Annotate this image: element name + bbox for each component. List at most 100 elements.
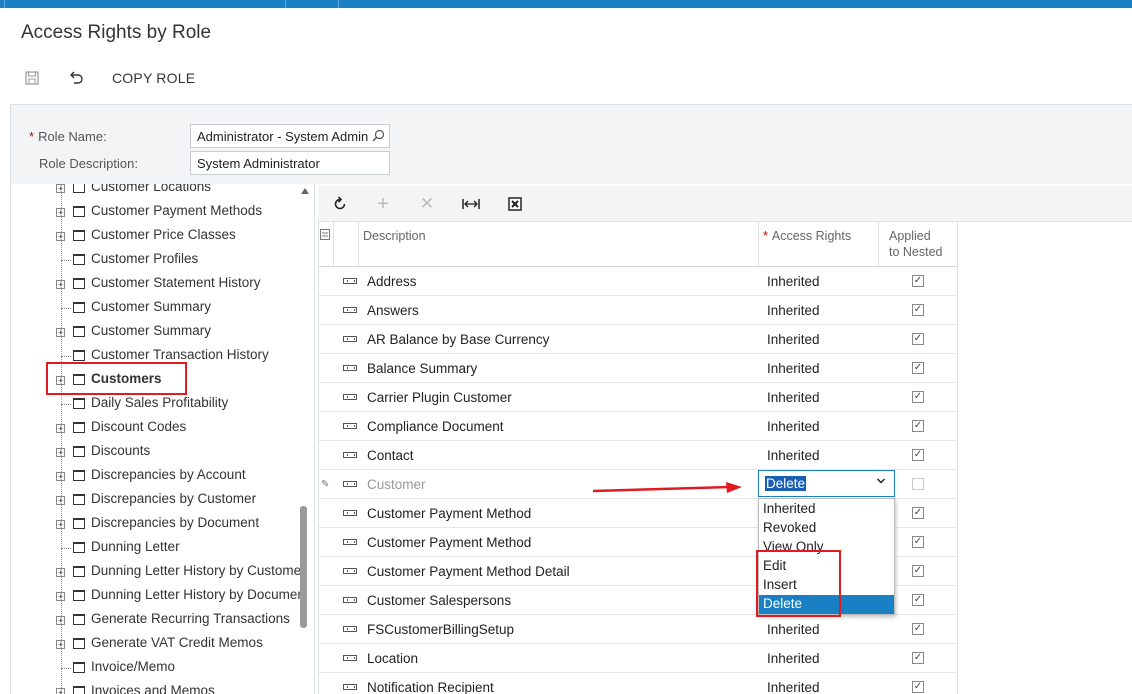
tree-item[interactable]: + Customer Price Classes — [11, 224, 301, 248]
table-row[interactable]: Contact Inherited ✓ — [319, 441, 957, 470]
tree-item[interactable]: Daily Sales Profitability — [11, 392, 301, 416]
top-nav-bar — [0, 0, 1132, 8]
expand-icon[interactable]: + — [56, 448, 65, 457]
access-rights-cell[interactable]: Inherited — [767, 419, 820, 434]
table-row[interactable]: Balance Summary Inherited ✓ — [319, 354, 957, 383]
column-header-access-rights[interactable]: * Access Rights — [759, 222, 879, 267]
expand-icon[interactable]: + — [56, 232, 65, 241]
expand-icon[interactable]: + — [56, 520, 65, 529]
access-rights-cell[interactable]: Inherited — [767, 680, 820, 694]
table-row[interactable]: Notification Recipient Inherited ✓ — [319, 673, 957, 694]
applied-to-nested-checkbox[interactable]: ✓ — [912, 275, 924, 287]
applied-to-nested-checkbox[interactable]: ✓ — [912, 652, 924, 664]
role-description-label: Role Description: — [39, 156, 138, 171]
table-row[interactable]: AR Balance by Base Currency Inherited ✓ — [319, 325, 957, 354]
tree-item[interactable]: + Customer Locations — [11, 184, 301, 200]
access-rights-cell[interactable]: Inherited — [767, 651, 820, 666]
applied-to-nested-checkbox[interactable]: ✓ — [912, 681, 924, 693]
applied-to-nested-checkbox[interactable]: ✓ — [912, 362, 924, 374]
tree-item[interactable]: + Dunning Letter History by Customer — [11, 560, 306, 584]
column-header-description[interactable]: Description — [359, 222, 759, 267]
tree-item[interactable]: + Discount Codes — [11, 416, 301, 440]
expand-icon[interactable]: + — [56, 424, 65, 433]
add-icon[interactable]: + — [373, 193, 393, 215]
tree-item[interactable]: Customer Summary — [11, 296, 301, 320]
tree-item[interactable]: Invoice/Memo — [11, 656, 301, 680]
tree-item[interactable]: + Discrepancies by Account — [11, 464, 301, 488]
save-icon[interactable] — [22, 68, 42, 88]
access-rights-cell[interactable]: Inherited — [767, 303, 820, 318]
undo-icon[interactable] — [66, 68, 86, 88]
copy-role-button[interactable]: COPY ROLE — [112, 70, 195, 86]
role-description-field[interactable]: System Administrator — [190, 151, 390, 175]
access-rights-select[interactable]: Delete — [758, 470, 895, 497]
access-rights-cell[interactable]: Inherited — [767, 332, 820, 347]
description-cell: Customer — [367, 477, 426, 492]
applied-to-nested-checkbox[interactable]: ✓ — [912, 623, 924, 635]
column-header-applied-to-nested[interactable]: Applied to Nested — [879, 222, 957, 267]
access-rights-cell[interactable]: Inherited — [767, 448, 820, 463]
tree-item[interactable]: + Invoices and Memos — [11, 680, 301, 694]
access-rights-cell[interactable]: Inherited — [767, 390, 820, 405]
applied-to-nested-checkbox[interactable]: ✓ — [912, 333, 924, 345]
expand-icon[interactable]: + — [56, 688, 65, 694]
fit-columns-icon[interactable] — [461, 194, 481, 214]
tree-item[interactable]: Dunning Letter — [11, 536, 301, 560]
tree-item[interactable]: Customer Profiles — [11, 248, 301, 272]
expand-icon[interactable]: + — [56, 328, 65, 337]
tree-item[interactable]: + Customer Payment Methods — [11, 200, 301, 224]
dropdown-option[interactable]: Revoked — [759, 519, 894, 538]
scrollbar-thumb[interactable] — [300, 506, 307, 628]
tree-item[interactable]: + Customer Statement History — [11, 272, 301, 296]
expand-icon[interactable]: + — [56, 640, 65, 649]
tree-item[interactable]: + Customer Summary — [11, 320, 301, 344]
dropdown-option[interactable]: Inherited — [759, 500, 894, 519]
excel-export-icon[interactable] — [505, 194, 525, 214]
applied-to-nested-checkbox[interactable]: ✓ — [912, 304, 924, 316]
table-row[interactable]: Address Inherited ✓ — [319, 267, 957, 296]
expand-icon[interactable]: + — [56, 184, 65, 193]
tree-item-label: Generate Recurring Transactions — [91, 611, 290, 626]
tree-item[interactable]: + Discrepancies by Customer — [11, 488, 301, 512]
tree-item[interactable]: + Dunning Letter History by Documen — [11, 584, 305, 608]
table-row[interactable]: Answers Inherited ✓ — [319, 296, 957, 325]
entity-icon — [343, 278, 357, 284]
table-row[interactable]: Location Inherited ✓ — [319, 644, 957, 673]
tree-item[interactable]: + Generate Recurring Transactions — [11, 608, 301, 632]
expand-icon[interactable]: + — [56, 616, 65, 625]
role-name-field[interactable]: Administrator - System Admin — [190, 124, 390, 148]
entity-icon — [343, 481, 357, 487]
expand-icon[interactable]: + — [56, 496, 65, 505]
search-icon[interactable] — [372, 129, 385, 145]
refresh-icon[interactable] — [330, 194, 350, 214]
access-rights-cell[interactable]: Inherited — [767, 274, 820, 289]
delete-icon[interactable]: ✕ — [417, 194, 437, 214]
access-rights-cell[interactable]: Inherited — [767, 622, 820, 637]
expand-icon[interactable]: + — [56, 472, 65, 481]
access-rights-cell[interactable]: Inherited — [767, 361, 820, 376]
entity-icon — [343, 423, 357, 429]
tree-item[interactable]: + Discounts — [11, 440, 301, 464]
table-row[interactable]: Compliance Document Inherited ✓ — [319, 412, 957, 441]
expand-icon[interactable]: + — [56, 568, 65, 577]
applied-to-nested-checkbox[interactable]: ✓ — [912, 594, 924, 606]
applied-to-nested-checkbox[interactable]: ✓ — [912, 420, 924, 432]
table-row[interactable]: FSCustomerBillingSetup Inherited ✓ — [319, 615, 957, 644]
applied-to-nested-checkbox[interactable]: ✓ — [912, 536, 924, 548]
chevron-down-icon[interactable] — [876, 476, 886, 488]
table-row[interactable]: Carrier Plugin Customer Inherited ✓ — [319, 383, 957, 412]
expand-icon[interactable]: + — [56, 208, 65, 217]
scroll-up-arrow[interactable] — [301, 188, 309, 194]
applied-to-nested-checkbox[interactable]: ✓ — [912, 449, 924, 461]
tree-item[interactable]: + Discrepancies by Document — [11, 512, 301, 536]
screen-icon — [73, 326, 85, 337]
tree-item[interactable]: + Generate VAT Credit Memos — [11, 632, 301, 656]
applied-to-nested-checkbox[interactable]: ✓ — [912, 507, 924, 519]
applied-to-nested-checkbox[interactable]: ✓ — [912, 565, 924, 577]
applied-to-nested-checkbox[interactable] — [912, 478, 924, 490]
expand-icon[interactable]: + — [56, 592, 65, 601]
expand-icon[interactable]: + — [56, 280, 65, 289]
tree-item-label: Invoice/Memo — [91, 659, 176, 674]
applied-to-nested-checkbox[interactable]: ✓ — [912, 391, 924, 403]
grid-header-settings[interactable] — [319, 222, 334, 267]
